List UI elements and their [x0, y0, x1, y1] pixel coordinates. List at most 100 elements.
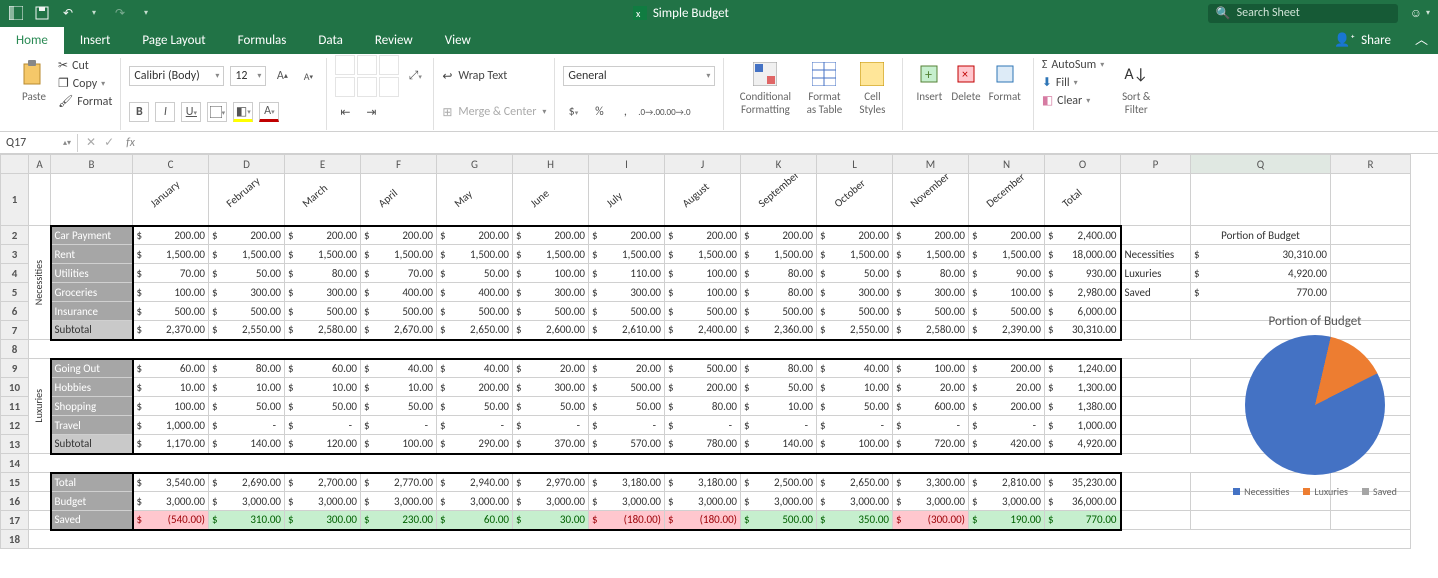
comma-button[interactable]: , — [615, 102, 635, 122]
font-name-select[interactable]: Calibri (Body)▾ — [129, 66, 224, 86]
cell[interactable]: $50.00 — [817, 264, 893, 283]
cell[interactable]: $570.00 — [589, 435, 665, 454]
cell[interactable]: $200.00 — [209, 226, 285, 245]
cell[interactable]: $1,240.00 — [1045, 359, 1121, 378]
portion-label[interactable]: Luxuries — [1121, 264, 1191, 283]
fill-color-button[interactable]: ◧▾ — [233, 102, 253, 122]
cell[interactable]: $200.00 — [589, 226, 665, 245]
cell[interactable]: $2,980.00 — [1045, 283, 1121, 302]
cell[interactable]: $500.00 — [665, 359, 741, 378]
cell[interactable]: $310.00 — [209, 511, 285, 530]
col-header[interactable]: D — [209, 155, 285, 174]
cell[interactable]: $500.00 — [969, 302, 1045, 321]
cell[interactable]: $- — [209, 416, 285, 435]
cell[interactable]: $2,670.00 — [361, 321, 437, 340]
share-button[interactable]: 👤⁺ Share — [1320, 27, 1405, 54]
row-header[interactable]: 14 — [1, 454, 29, 473]
row-label[interactable]: Subtotal — [51, 435, 133, 454]
fx-icon[interactable]: fx — [122, 136, 139, 150]
cell[interactable]: $20.00 — [589, 359, 665, 378]
cell[interactable]: $2,650.00 — [437, 321, 513, 340]
cell[interactable]: $1,300.00 — [1045, 378, 1121, 397]
cell[interactable]: $2,610.00 — [589, 321, 665, 340]
row-label[interactable]: Subtotal — [51, 321, 133, 340]
feedback-dropdown-icon[interactable]: ▾ — [1426, 8, 1430, 18]
col-header[interactable]: H — [513, 155, 589, 174]
cell[interactable]: $2,360.00 — [741, 321, 817, 340]
borders-button[interactable]: ▾ — [207, 102, 227, 122]
collapse-ribbon-icon[interactable]: ︿ — [1405, 23, 1438, 54]
cell[interactable]: $1,500.00 — [285, 245, 361, 264]
align-top-center[interactable] — [357, 55, 377, 75]
increase-decimal-button[interactable]: .0→.00 — [641, 102, 661, 122]
cell[interactable]: $- — [361, 416, 437, 435]
cell[interactable]: $230.00 — [361, 511, 437, 530]
cell[interactable]: $4,920.00 — [1191, 264, 1331, 283]
cell[interactable]: $1,500.00 — [969, 245, 1045, 264]
cell[interactable]: $50.00 — [285, 397, 361, 416]
enter-formula-icon[interactable]: ✓ — [104, 135, 114, 150]
cell[interactable]: $200.00 — [437, 226, 513, 245]
cell[interactable]: $200.00 — [665, 226, 741, 245]
cell[interactable]: $40.00 — [361, 359, 437, 378]
cell[interactable]: $2,810.00 — [969, 473, 1045, 492]
decrease-font-icon[interactable]: A▾ — [298, 66, 318, 86]
row-label[interactable]: Budget — [51, 492, 133, 511]
cell[interactable]: $400.00 — [437, 283, 513, 302]
cell[interactable]: $500.00 — [513, 302, 589, 321]
format-painter-button[interactable]: 🖌Format — [58, 94, 112, 109]
cell[interactable]: $500.00 — [437, 302, 513, 321]
cut-button[interactable]: ✂Cut — [58, 58, 112, 73]
row-label[interactable]: Shopping — [51, 397, 133, 416]
cell[interactable]: $770.00 — [1045, 511, 1121, 530]
cell[interactable]: $100.00 — [665, 283, 741, 302]
cell[interactable]: $80.00 — [741, 264, 817, 283]
row-header[interactable]: 17 — [1, 511, 29, 530]
cell[interactable]: $500.00 — [741, 511, 817, 530]
cell-styles-button[interactable]: Cell Styles — [850, 58, 894, 118]
cell[interactable]: $200.00 — [133, 226, 209, 245]
cell[interactable]: $300.00 — [513, 283, 589, 302]
cell[interactable]: $3,540.00 — [133, 473, 209, 492]
cell[interactable]: $30,310.00 — [1191, 245, 1331, 264]
cell[interactable]: $50.00 — [209, 397, 285, 416]
cell[interactable]: $80.00 — [741, 283, 817, 302]
cell[interactable]: $2,400.00 — [1045, 226, 1121, 245]
feedback-icon[interactable]: ☺ — [1410, 6, 1422, 21]
sort-filter-button[interactable]: A↓Sort & Filter — [1114, 58, 1158, 118]
cell[interactable]: $2,690.00 — [209, 473, 285, 492]
cell[interactable]: $2,500.00 — [741, 473, 817, 492]
cell[interactable]: $3,000.00 — [893, 492, 969, 511]
cell[interactable]: $300.00 — [285, 283, 361, 302]
cell[interactable]: $2,390.00 — [969, 321, 1045, 340]
cell[interactable]: $3,000.00 — [209, 492, 285, 511]
cell[interactable]: $100.00 — [893, 359, 969, 378]
cell[interactable]: $3,180.00 — [665, 473, 741, 492]
cell[interactable]: $500.00 — [285, 302, 361, 321]
cell[interactable]: $36,000.00 — [1045, 492, 1121, 511]
cell[interactable]: $370.00 — [513, 435, 589, 454]
cell[interactable]: $100.00 — [513, 264, 589, 283]
align-top-right[interactable] — [379, 55, 399, 75]
save-icon[interactable] — [34, 5, 50, 21]
cell[interactable]: $- — [817, 416, 893, 435]
cell[interactable]: $500.00 — [665, 302, 741, 321]
cell[interactable]: $350.00 — [817, 511, 893, 530]
cell[interactable]: $50.00 — [209, 264, 285, 283]
cell[interactable]: $80.00 — [893, 264, 969, 283]
cell[interactable]: $200.00 — [817, 226, 893, 245]
cell[interactable]: $80.00 — [209, 359, 285, 378]
name-box[interactable]: Q17▴▾ — [0, 134, 78, 152]
cell[interactable]: $- — [665, 416, 741, 435]
cell[interactable]: $200.00 — [969, 226, 1045, 245]
cell[interactable]: $500.00 — [817, 302, 893, 321]
tab-formulas[interactable]: Formulas — [222, 27, 303, 54]
delete-cells-button[interactable]: ×Delete — [947, 58, 984, 130]
col-header[interactable]: B — [51, 155, 133, 174]
font-color-button[interactable]: A▾ — [259, 102, 279, 122]
cell[interactable]: $- — [589, 416, 665, 435]
row-label[interactable]: Going Out — [51, 359, 133, 378]
increase-font-icon[interactable]: A▴ — [272, 66, 292, 86]
cell[interactable]: $770.00 — [1191, 283, 1331, 302]
cell[interactable]: $- — [285, 416, 361, 435]
